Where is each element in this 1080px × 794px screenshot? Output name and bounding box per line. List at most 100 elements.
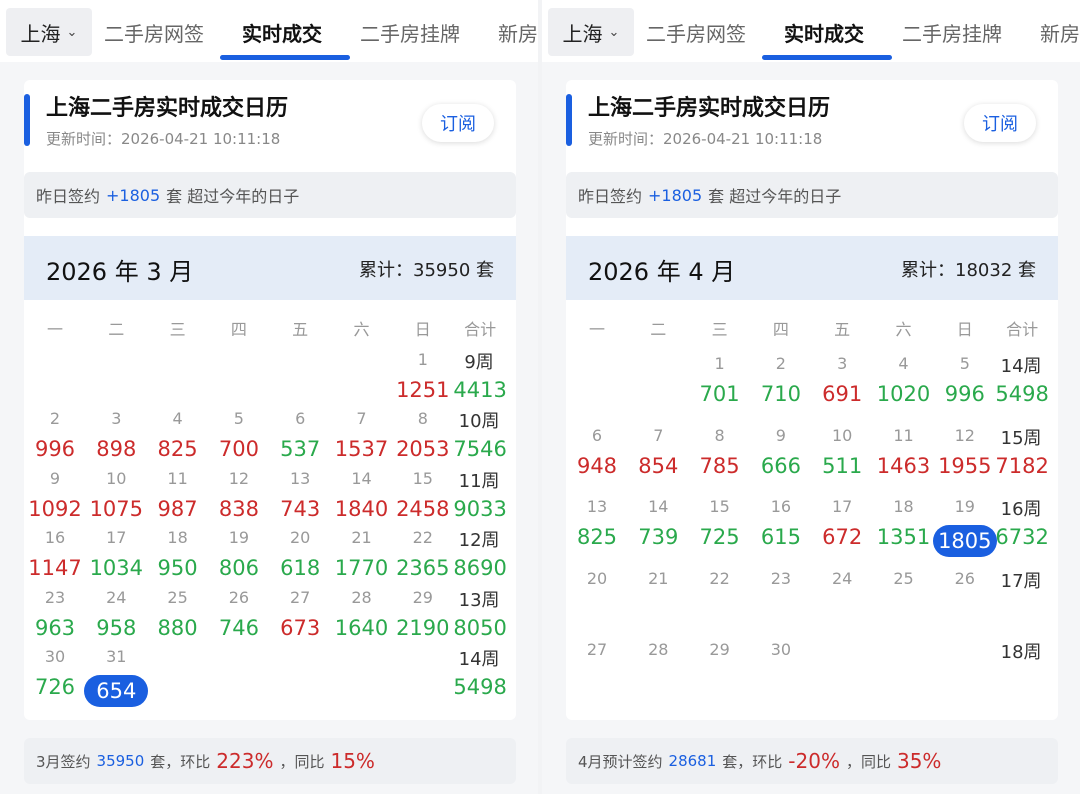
day-value[interactable]: 746 bbox=[207, 616, 271, 640]
city-label: 上海 bbox=[562, 21, 603, 46]
week-label: 12周 bbox=[458, 530, 500, 552]
day-value[interactable]: 691 bbox=[810, 382, 874, 406]
day-value[interactable]: 1351 bbox=[872, 525, 936, 549]
day-value[interactable]: 1075 bbox=[84, 497, 148, 521]
week-sum: 8050 bbox=[453, 615, 507, 640]
day-value[interactable]: 1147 bbox=[23, 556, 87, 580]
tab-1[interactable]: 实时成交 bbox=[784, 18, 864, 47]
day-value[interactable]: 1955 bbox=[933, 454, 997, 478]
day-value[interactable]: 2190 bbox=[391, 616, 455, 640]
day-value[interactable]: 948 bbox=[565, 454, 629, 478]
day-number: 16 bbox=[44, 528, 66, 548]
day-value[interactable]: 666 bbox=[749, 454, 813, 478]
month-summary: 4月预计签约 28681 套，环比 -20% ，同比 35% bbox=[566, 738, 1058, 784]
day-value[interactable]: 726 bbox=[23, 675, 87, 699]
day-value[interactable]: 710 bbox=[749, 382, 813, 406]
day-value[interactable]: 806 bbox=[207, 556, 271, 580]
month-header: 2026 年 4 月 累计：18032 套 bbox=[566, 236, 1058, 300]
day-value[interactable]: 854 bbox=[626, 454, 690, 478]
day-value[interactable]: 2458 bbox=[391, 497, 455, 521]
day-number: 27 bbox=[290, 587, 311, 607]
day-value[interactable]: 673 bbox=[268, 616, 332, 640]
subscribe-button[interactable]: 订阅 bbox=[422, 104, 494, 142]
month-title: 2026 年 4 月 bbox=[588, 258, 736, 286]
day-value[interactable]: 2365 bbox=[391, 556, 455, 580]
month-header: 2026 年 3 月 累计：35950 套 bbox=[24, 236, 516, 300]
weekday-header: 合计 bbox=[1006, 320, 1039, 339]
tab-1[interactable]: 实时成交 bbox=[242, 18, 322, 47]
day-value[interactable]: 838 bbox=[207, 497, 271, 521]
day-number: 4 bbox=[898, 354, 909, 373]
selected-day-value[interactable]: 654 bbox=[84, 675, 149, 707]
day-value[interactable]: 700 bbox=[207, 437, 271, 461]
day-number: 24 bbox=[106, 587, 127, 607]
day-value[interactable]: 743 bbox=[268, 497, 332, 521]
day-value[interactable]: 825 bbox=[146, 437, 210, 461]
city-selector[interactable]: 上海 ⌄ bbox=[6, 8, 92, 56]
day-value[interactable]: 785 bbox=[688, 454, 752, 478]
day-value[interactable]: 701 bbox=[688, 382, 752, 406]
yesterday-banner: 昨日签约 +1805 套 超过今年的日子 bbox=[566, 172, 1058, 218]
day-value[interactable]: 1840 bbox=[330, 497, 394, 521]
tab-2[interactable]: 二手房挂牌 bbox=[360, 18, 460, 47]
subscribe-button[interactable]: 订阅 bbox=[964, 104, 1036, 142]
day-value[interactable]: 958 bbox=[84, 616, 148, 640]
summary-mid: 套，环比 bbox=[722, 752, 783, 771]
day-value[interactable]: 511 bbox=[810, 454, 874, 478]
day-value[interactable]: 618 bbox=[268, 556, 332, 580]
day-value[interactable]: 950 bbox=[146, 556, 210, 580]
weekday-header: 五 bbox=[834, 320, 851, 339]
day-value[interactable]: 996 bbox=[933, 382, 997, 406]
tab-3[interactable]: 新房 bbox=[1040, 18, 1080, 47]
day-value[interactable]: 963 bbox=[23, 616, 87, 640]
day-value[interactable]: 615 bbox=[749, 525, 813, 549]
day-number: 16 bbox=[770, 497, 792, 516]
summary-yoy: 35% bbox=[896, 749, 942, 773]
update-time: 更新时间：2026-04-21 10:11:18 bbox=[46, 130, 281, 148]
day-number: 18 bbox=[893, 497, 914, 516]
day-value[interactable]: 880 bbox=[146, 616, 210, 640]
day-value[interactable]: 1463 bbox=[872, 454, 936, 478]
day-value[interactable]: 672 bbox=[810, 525, 874, 549]
day-value[interactable]: 1251 bbox=[391, 378, 455, 402]
day-value[interactable]: 1034 bbox=[84, 556, 148, 580]
city-label: 上海 bbox=[20, 21, 61, 46]
title-accent-bar bbox=[24, 94, 30, 146]
month-total: 累计：35950 套 bbox=[359, 260, 494, 281]
city-selector[interactable]: 上海 ⌄ bbox=[548, 8, 634, 56]
tab-2[interactable]: 二手房挂牌 bbox=[902, 18, 1002, 47]
summary-yoy: 15% bbox=[330, 749, 375, 773]
month-total: 累计：18032 套 bbox=[901, 260, 1036, 281]
day-value[interactable]: 1092 bbox=[23, 497, 87, 521]
day-value[interactable]: 1537 bbox=[330, 437, 394, 461]
summary-sep: ，同比 bbox=[845, 752, 891, 771]
page-title: 上海二手房实时成交日历 bbox=[588, 96, 831, 121]
day-value[interactable]: 898 bbox=[84, 437, 148, 461]
day-value[interactable]: 2053 bbox=[391, 437, 455, 461]
selected-day-value[interactable]: 1805 bbox=[932, 525, 997, 557]
week-label: 11周 bbox=[458, 470, 500, 492]
day-value[interactable]: 1640 bbox=[330, 616, 394, 640]
day-number: 4 bbox=[172, 409, 183, 429]
day-value[interactable]: 996 bbox=[23, 437, 87, 461]
day-value[interactable]: 537 bbox=[268, 437, 332, 461]
week-label: 16周 bbox=[1000, 499, 1042, 520]
week-sum: 5498 bbox=[995, 382, 1049, 406]
week-label: 13周 bbox=[458, 589, 500, 611]
day-value[interactable]: 1020 bbox=[872, 382, 936, 406]
day-value[interactable]: 725 bbox=[688, 525, 752, 549]
tab-3[interactable]: 新房 bbox=[498, 18, 538, 47]
day-value[interactable]: 739 bbox=[626, 525, 690, 549]
weekday-header: 日 bbox=[414, 320, 431, 339]
day-value[interactable]: 987 bbox=[146, 497, 210, 521]
calendar-card: 上海二手房实时成交日历 更新时间：2026-04-21 10:11:18 订阅 昨日签… bbox=[24, 80, 516, 720]
day-number: 12 bbox=[228, 468, 250, 488]
tab-0[interactable]: 二手房网签 bbox=[104, 18, 204, 47]
day-value[interactable]: 1770 bbox=[330, 556, 394, 580]
day-number: 10 bbox=[832, 425, 853, 445]
weekday-header: 五 bbox=[292, 320, 309, 339]
tab-0[interactable]: 二手房网签 bbox=[646, 18, 746, 47]
day-value[interactable]: 825 bbox=[565, 525, 629, 549]
day-number: 17 bbox=[106, 528, 127, 548]
week-sum: 7546 bbox=[453, 437, 507, 462]
